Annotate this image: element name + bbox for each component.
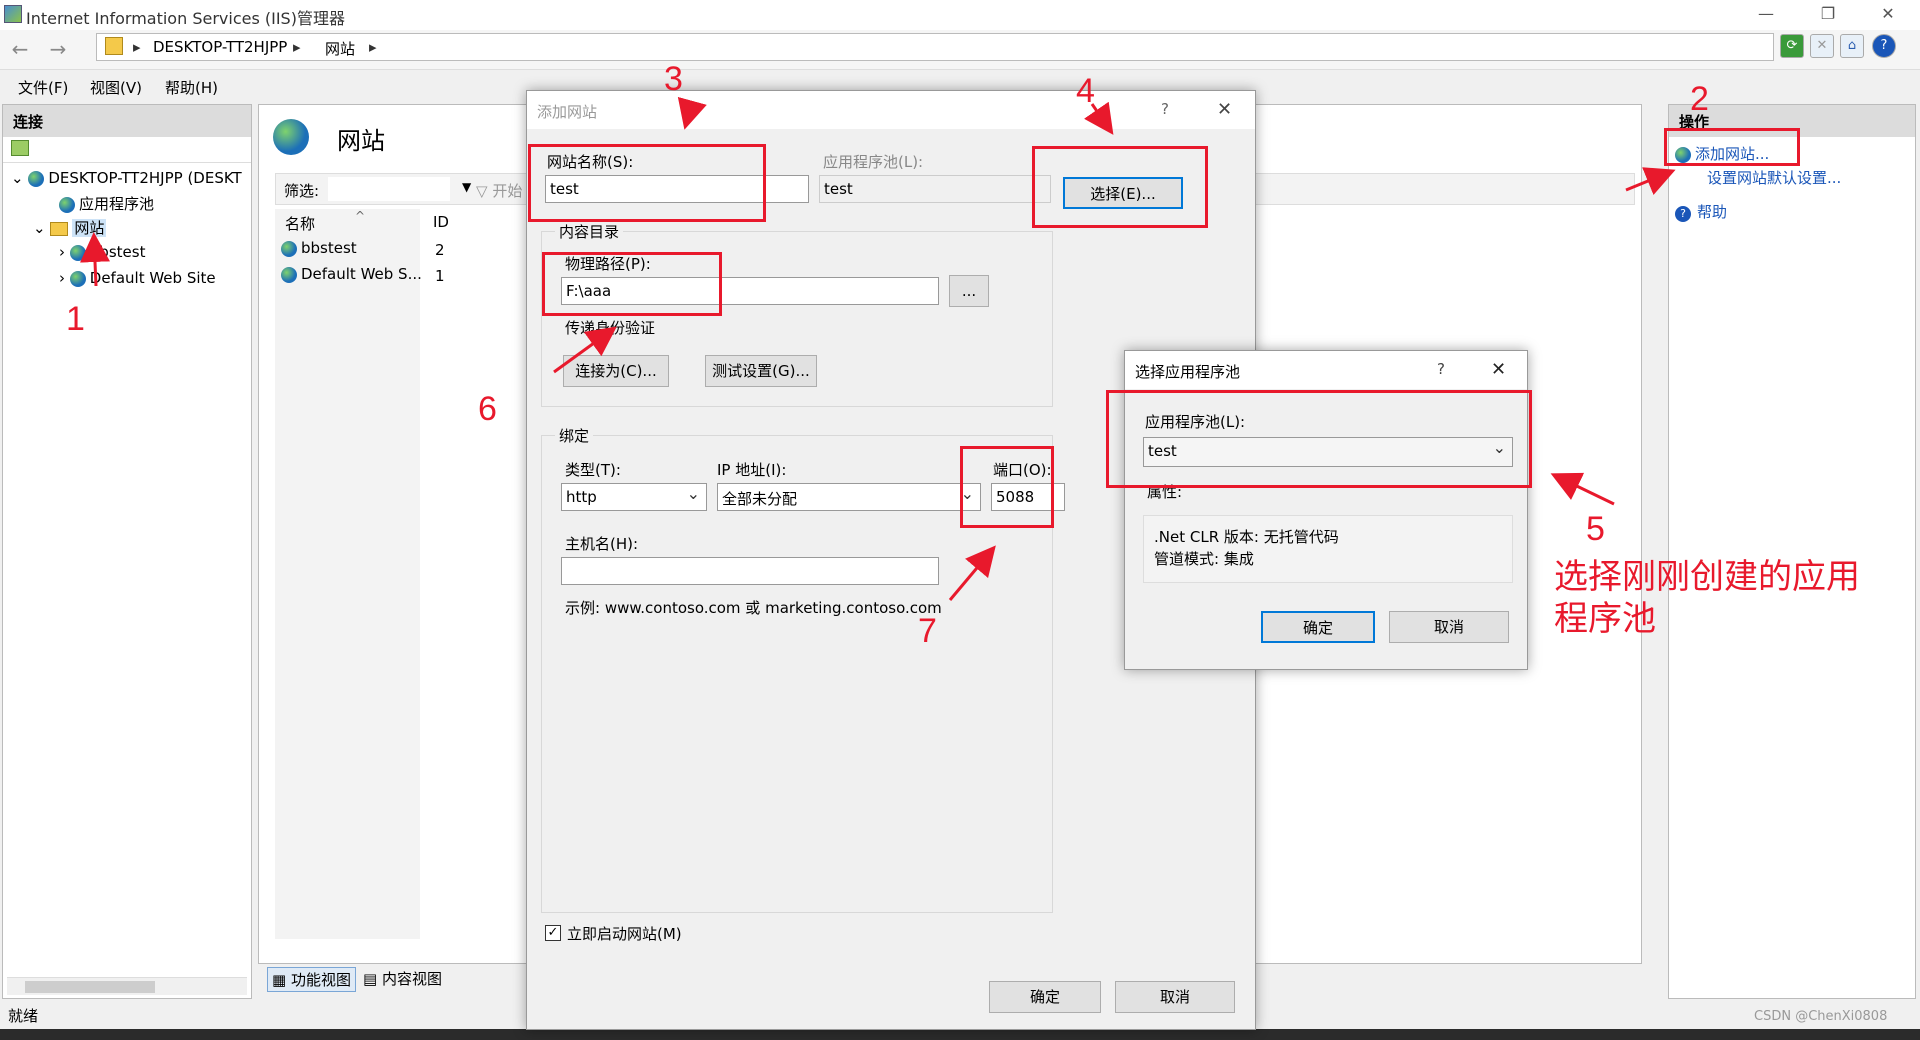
arrow-6 [553, 326, 617, 374]
arrow-4 [1084, 101, 1114, 135]
annotation-arrows [80, 96, 1676, 601]
arrow-3 [677, 96, 707, 130]
arrow-7 [948, 545, 996, 601]
arrow-2 [1625, 167, 1676, 195]
arrow-1 [80, 232, 110, 287]
arrow-5 [1550, 472, 1615, 506]
